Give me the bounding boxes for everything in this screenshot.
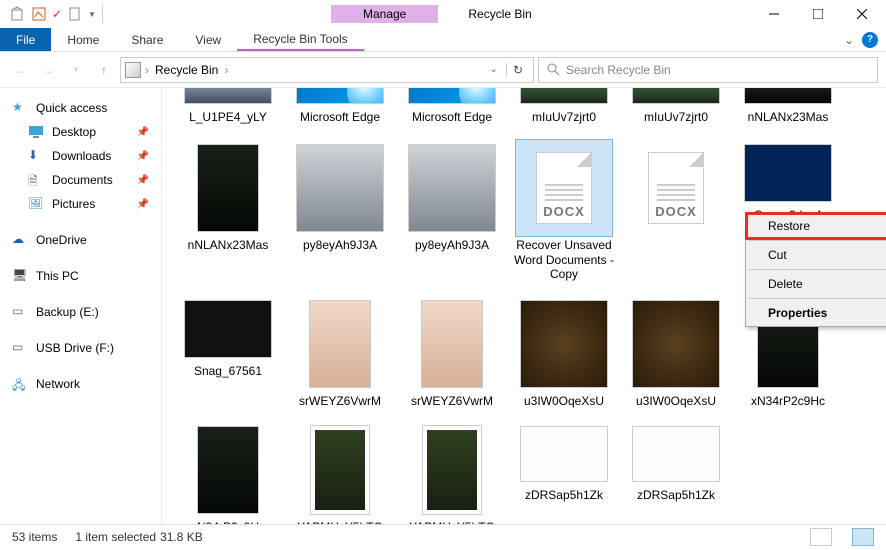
- status-size: 31.8 KB: [160, 530, 203, 544]
- tab-home[interactable]: Home: [51, 28, 115, 51]
- file-item[interactable]: YAPMHyY5bTQ: [398, 422, 506, 524]
- document-icon: 🗎: [28, 172, 44, 188]
- file-item[interactable]: zDRSap5h1Zk: [510, 422, 618, 524]
- file-item[interactable]: mIuUv7zjrt0: [510, 88, 618, 124]
- ctx-separator: [748, 269, 886, 270]
- ctx-separator: [748, 298, 886, 299]
- ctx-separator: [748, 240, 886, 241]
- docx-icon: DOCX: [648, 152, 704, 224]
- star-icon: ★: [12, 100, 28, 116]
- maximize-button[interactable]: [796, 0, 840, 28]
- sidebar-desktop[interactable]: Desktop📌: [0, 120, 161, 144]
- search-box[interactable]: Search Recycle Bin: [538, 57, 878, 83]
- file-item[interactable]: srWEYZ6VwrM: [398, 296, 506, 408]
- nav-bar: ← → ▾ ↑ › Recycle Bin › ⌄ ↻ Search Recyc…: [0, 52, 886, 88]
- download-icon: ⬇: [28, 148, 44, 164]
- tab-share[interactable]: Share: [115, 28, 179, 51]
- icons-view-button[interactable]: [852, 528, 874, 546]
- nav-back-button[interactable]: ←: [8, 58, 32, 82]
- file-item[interactable]: mIuUv7zjrt0: [622, 88, 730, 124]
- nav-up-button[interactable]: ↑: [92, 58, 116, 82]
- recycle-bin-icon[interactable]: [8, 5, 26, 23]
- file-list[interactable]: L_U1PE4_yLY Microsoft Edge Microsoft Edg…: [162, 88, 886, 524]
- details-view-button[interactable]: [810, 528, 832, 546]
- sidebar-quick-access[interactable]: ★Quick access: [0, 96, 161, 120]
- status-selected: 1 item selected: [75, 530, 156, 544]
- titlebar: ✓ ▼ Manage Recycle Bin: [0, 0, 886, 28]
- tab-view[interactable]: View: [179, 28, 237, 51]
- sidebar-documents[interactable]: 🗎Documents📌: [0, 168, 161, 192]
- file-item[interactable]: Snag_67561: [174, 296, 282, 408]
- sidebar-downloads[interactable]: ⬇Downloads📌: [0, 144, 161, 168]
- pin-icon: 📌: [137, 127, 149, 138]
- file-item[interactable]: u3IW0OqeXsU: [622, 296, 730, 408]
- network-icon: 🖧: [12, 376, 28, 392]
- nav-forward-button[interactable]: →: [36, 58, 60, 82]
- file-item[interactable]: YAPMHyY5bTQ: [286, 422, 394, 524]
- usb-icon: ▭: [12, 340, 28, 356]
- pictures-icon: 🖼: [28, 196, 44, 212]
- pin-icon: 📌: [137, 175, 149, 186]
- sidebar-backup-drive[interactable]: ▭Backup (E:): [0, 300, 161, 324]
- pc-icon: 🖥: [12, 268, 28, 284]
- docx-icon: DOCX: [536, 152, 592, 224]
- pin-icon: 📌: [137, 199, 149, 210]
- address-bar[interactable]: › Recycle Bin › ⌄ ↻: [120, 57, 534, 83]
- new-doc-icon[interactable]: [66, 5, 84, 23]
- properties-icon[interactable]: [30, 5, 48, 23]
- qat-dropdown[interactable]: ▼: [88, 10, 96, 19]
- crumb-sep: ›: [145, 63, 149, 77]
- file-item[interactable]: zDRSap5h1Zk: [622, 422, 730, 524]
- nav-pane: ★Quick access Desktop📌 ⬇Downloads📌 🗎Docu…: [0, 88, 162, 524]
- desktop-icon: [28, 124, 44, 140]
- recycle-bin-addr-icon: [125, 62, 141, 78]
- window-title: Recycle Bin: [468, 7, 531, 21]
- crumb-sep[interactable]: ›: [224, 63, 228, 77]
- help-icon[interactable]: ?: [862, 32, 878, 48]
- file-item[interactable]: DOCX: [622, 140, 730, 281]
- address-dropdown-icon[interactable]: ⌄: [490, 64, 498, 75]
- status-bar: 53 items 1 item selected 31.8 KB: [0, 524, 886, 548]
- sidebar-this-pc[interactable]: 🖥This PC: [0, 264, 161, 288]
- file-item[interactable]: py8eyAh9J3A: [286, 140, 394, 281]
- sidebar-pictures[interactable]: 🖼Pictures📌: [0, 192, 161, 216]
- file-item[interactable]: srWEYZ6VwrM: [286, 296, 394, 408]
- qat-chevron[interactable]: ✓: [52, 7, 62, 21]
- context-menu: Restore Cut Delete Properties: [745, 212, 886, 327]
- file-item-selected[interactable]: DOCXRecover Unsaved Word Documents - Cop…: [510, 140, 618, 281]
- search-icon: [547, 63, 560, 76]
- drive-icon: ▭: [12, 304, 28, 320]
- minimize-button[interactable]: [752, 0, 796, 28]
- status-item-count: 53 items: [12, 530, 57, 544]
- search-placeholder: Search Recycle Bin: [566, 63, 671, 77]
- ctx-cut[interactable]: Cut: [746, 242, 886, 268]
- sidebar-onedrive[interactable]: ☁OneDrive: [0, 228, 161, 252]
- file-tab[interactable]: File: [0, 28, 51, 51]
- quick-access-toolbar: ✓ ▼: [2, 5, 111, 23]
- crumb-recycle-bin[interactable]: Recycle Bin: [153, 63, 220, 77]
- file-item[interactable]: nNLANx23Mas: [174, 140, 282, 281]
- file-item[interactable]: xN34rP2c9Hc: [174, 422, 282, 524]
- file-item[interactable]: py8eyAh9J3A: [398, 140, 506, 281]
- file-item[interactable]: L_U1PE4_yLY: [174, 88, 282, 124]
- ctx-delete[interactable]: Delete: [746, 271, 886, 297]
- refresh-icon[interactable]: ↻: [506, 63, 529, 77]
- sidebar-usb-drive[interactable]: ▭USB Drive (F:): [0, 336, 161, 360]
- nav-recent-dropdown[interactable]: ▾: [64, 58, 88, 82]
- ribbon-expand-icon[interactable]: ⌄: [844, 33, 854, 47]
- file-item[interactable]: Microsoft Edge: [286, 88, 394, 124]
- file-item[interactable]: nNLANx23Mas: [734, 88, 842, 124]
- ctx-properties[interactable]: Properties: [746, 300, 886, 326]
- pin-icon: 📌: [137, 151, 149, 162]
- sidebar-network[interactable]: 🖧Network: [0, 372, 161, 396]
- ribbon-context-label: Manage: [331, 5, 438, 23]
- file-item[interactable]: u3IW0OqeXsU: [510, 296, 618, 408]
- file-item[interactable]: Microsoft Edge: [398, 88, 506, 124]
- ctx-restore[interactable]: Restore: [746, 213, 886, 239]
- tab-recycle-bin-tools[interactable]: Recycle Bin Tools: [237, 28, 364, 51]
- cloud-icon: ☁: [12, 232, 28, 248]
- close-button[interactable]: [840, 0, 884, 28]
- ribbon-tabs: File Home Share View Recycle Bin Tools ⌄…: [0, 28, 886, 52]
